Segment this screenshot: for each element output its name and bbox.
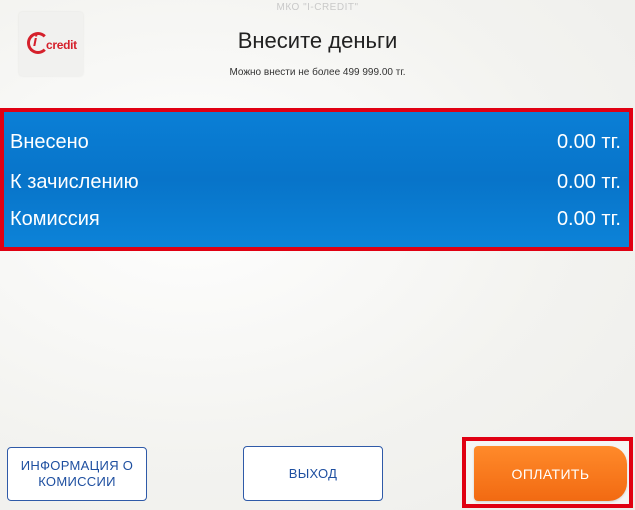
page-title: Внесите деньги: [237, 28, 398, 53]
exit-button[interactable]: ВЫХОД: [243, 446, 383, 501]
commission-info-label-line2: КОМИССИИ: [38, 474, 116, 489]
summary-row-deposited: Внесено 0.00 тг.: [10, 127, 621, 157]
kiosk-screen: МКО "I-CREDIT" i credit Внесите деньги М…: [0, 0, 635, 510]
summary-label: Внесено: [10, 131, 89, 153]
summary-value: 0.00 тг.: [556, 208, 621, 230]
summary-row-commission: Комиссия 0.00 тг.: [10, 204, 621, 234]
commission-info-button[interactable]: ИНФОРМАЦИЯ О КОМИССИИ: [7, 447, 147, 501]
summary-value: 0.00 тг.: [556, 171, 621, 193]
summary-value: 0.00 тг.: [556, 131, 621, 153]
payment-summary-panel: Внесено 0.00 тг. К зачислению 0.00 тг. К…: [0, 108, 633, 251]
commission-info-label-line1: ИНФОРМАЦИЯ О: [20, 458, 134, 473]
logo-letter-i: i: [33, 33, 38, 50]
summary-label: Комиссия: [10, 208, 100, 230]
deposit-limit-note: Можно внести не более 499 999.00 тг.: [229, 67, 406, 78]
summary-row-to-credit: К зачислению 0.00 тг.: [10, 167, 621, 197]
summary-label: К зачислению: [10, 171, 139, 193]
logo-wordmark: credit: [46, 38, 77, 52]
pay-button[interactable]: ОПЛАТИТЬ: [474, 446, 627, 501]
icredit-logo: i credit: [19, 12, 83, 76]
org-name: МКО "I-CREDIT": [276, 2, 359, 13]
